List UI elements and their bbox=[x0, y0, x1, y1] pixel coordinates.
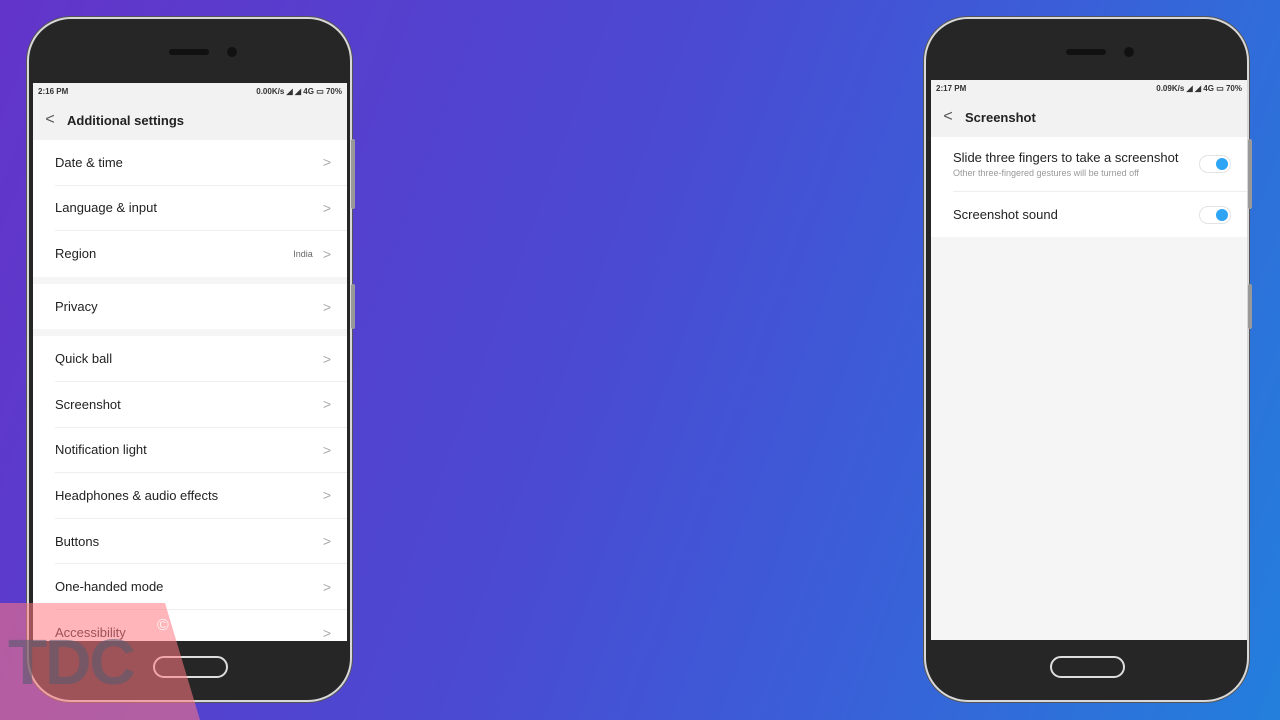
toggle-switch[interactable] bbox=[1199, 205, 1231, 224]
page-title: Screenshot bbox=[965, 109, 1036, 125]
chevron-right-icon: > bbox=[322, 298, 331, 315]
battery-icon: ▭ bbox=[316, 87, 324, 96]
settings-group: Privacy > bbox=[33, 283, 347, 330]
signal-icon: ◢ ◢ bbox=[286, 87, 302, 96]
chevron-right-icon: > bbox=[322, 487, 331, 504]
chevron-right-icon: > bbox=[322, 396, 331, 413]
front-camera bbox=[1124, 47, 1134, 57]
chevron-right-icon: > bbox=[322, 199, 331, 216]
left-screen: 2:16 PM 0.00K/s ◢ ◢ 4G ▭ 70% < Additiona… bbox=[33, 83, 347, 641]
row-label: One-handed mode bbox=[55, 579, 164, 595]
speaker bbox=[1066, 49, 1106, 55]
right-screen: 2:17 PM 0.09K/s ◢ ◢ 4G ▭ 70% < Screensho… bbox=[931, 80, 1247, 640]
status-time: 2:17 PM bbox=[936, 84, 967, 93]
chevron-right-icon: > bbox=[322, 350, 331, 367]
settings-row[interactable]: Headphones & audio effects > bbox=[55, 473, 347, 519]
volume-button bbox=[1248, 139, 1252, 209]
left-phone: 2:16 PM 0.00K/s ◢ ◢ 4G ▭ 70% < Additiona… bbox=[27, 17, 355, 702]
chevron-right-icon: > bbox=[322, 578, 331, 595]
copyright-icon: © bbox=[157, 617, 169, 634]
row-label: Screenshot bbox=[55, 396, 121, 412]
setting-screenshot-sound[interactable]: Screenshot sound bbox=[953, 192, 1247, 237]
settings-row[interactable]: Date & time > bbox=[55, 140, 347, 186]
row-label: Language & input bbox=[55, 200, 157, 216]
back-icon[interactable]: < bbox=[931, 108, 965, 126]
status-time: 2:16 PM bbox=[38, 87, 69, 96]
watermark-logo: TDC bbox=[8, 626, 136, 698]
setting-sublabel: Other three-fingered gestures will be tu… bbox=[953, 168, 1139, 178]
setting-label: Screenshot sound bbox=[953, 207, 1058, 222]
page-title: Additional settings bbox=[67, 112, 184, 128]
row-label: Date & time bbox=[55, 154, 123, 170]
signal-icon: ◢ ◢ bbox=[1186, 84, 1202, 93]
settings-group: Slide three fingers to take a screenshot… bbox=[931, 137, 1247, 237]
settings-row[interactable]: Buttons > bbox=[55, 519, 347, 565]
settings-row[interactable]: Region India > bbox=[55, 231, 347, 277]
app-header: < Additional settings bbox=[33, 100, 347, 140]
home-button[interactable] bbox=[1050, 656, 1125, 678]
toggle-switch[interactable] bbox=[1199, 155, 1231, 173]
net-speed: 0.09K/s bbox=[1156, 84, 1185, 93]
settings-row[interactable]: Notification light > bbox=[55, 428, 347, 474]
settings-row[interactable]: Screenshot > bbox=[55, 382, 347, 428]
row-label: Quick ball bbox=[55, 351, 113, 367]
row-value: India bbox=[293, 248, 313, 259]
setting-three-finger-screenshot[interactable]: Slide three fingers to take a screenshot… bbox=[953, 137, 1247, 192]
chevron-right-icon: > bbox=[322, 533, 331, 550]
settings-group: Quick ball > Screenshot > Notification light… bbox=[33, 336, 347, 641]
power-button bbox=[351, 284, 355, 329]
chevron-right-icon: > bbox=[322, 245, 331, 262]
settings-group: Date & time > Language & input > Region India… bbox=[33, 140, 347, 277]
network-type: 4G bbox=[303, 87, 314, 96]
status-bar: 2:16 PM 0.00K/s ◢ ◢ 4G ▭ 70% bbox=[33, 83, 347, 100]
row-label: Headphones & audio effects bbox=[55, 487, 219, 503]
back-icon[interactable]: < bbox=[33, 111, 67, 129]
setting-label: Slide three fingers to take a screenshot bbox=[953, 150, 1179, 165]
row-label: Buttons bbox=[55, 533, 100, 549]
row-label: Privacy bbox=[55, 299, 98, 315]
right-phone: 2:17 PM 0.09K/s ◢ ◢ 4G ▭ 70% < Screensho… bbox=[924, 17, 1252, 702]
network-type: 4G bbox=[1203, 84, 1214, 93]
power-button bbox=[1248, 284, 1252, 329]
status-bar: 2:17 PM 0.09K/s ◢ ◢ 4G ▭ 70% bbox=[931, 80, 1247, 97]
net-speed: 0.00K/s bbox=[256, 87, 285, 96]
volume-button bbox=[351, 139, 355, 209]
chevron-right-icon: > bbox=[322, 624, 331, 641]
settings-row[interactable]: Quick ball > bbox=[55, 336, 347, 382]
chevron-right-icon: > bbox=[322, 154, 331, 171]
row-label: Notification light bbox=[55, 442, 147, 458]
settings-row[interactable]: Language & input > bbox=[55, 186, 347, 232]
battery-level: 70% bbox=[1225, 84, 1242, 93]
settings-row[interactable]: Privacy > bbox=[55, 284, 347, 330]
chevron-right-icon: > bbox=[322, 441, 331, 458]
row-label: Region bbox=[55, 246, 97, 262]
speaker bbox=[169, 49, 209, 55]
front-camera bbox=[227, 47, 237, 57]
battery-icon: ▭ bbox=[1216, 84, 1224, 93]
app-header: < Screenshot bbox=[931, 97, 1247, 137]
battery-level: 70% bbox=[325, 87, 342, 96]
